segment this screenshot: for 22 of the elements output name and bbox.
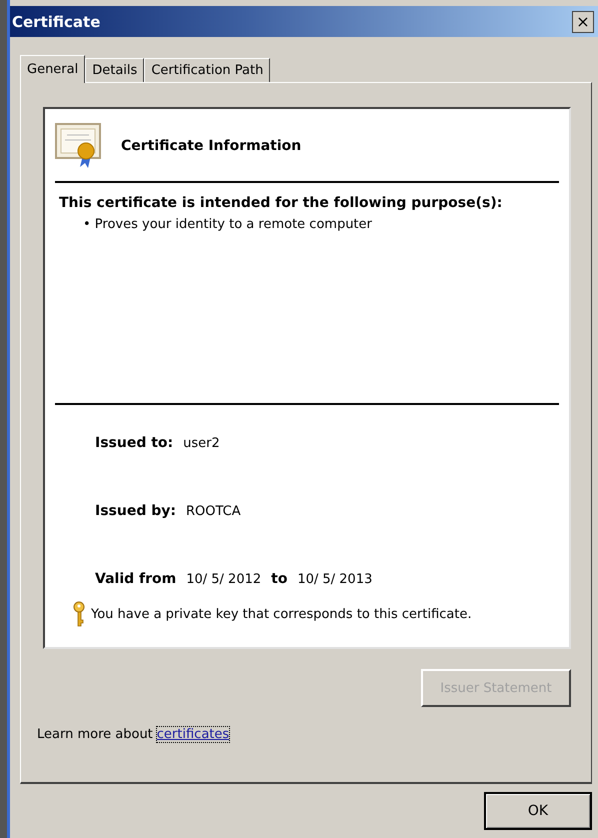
purpose-item: • Proves your identity to a remote computer [82, 216, 373, 232]
window-title: Certificate [12, 12, 100, 30]
field-value: 10/ 5/ 2013 [297, 572, 372, 587]
section-title: Certificate Information [121, 138, 302, 154]
ok-button[interactable]: OK [484, 792, 592, 830]
learn-more-text: Learn more about [37, 727, 153, 742]
tab[interactable]: Certification Path [144, 58, 270, 82]
field-value: user2 [183, 436, 220, 451]
close-button[interactable]: × [572, 10, 594, 32]
field-value: ROOTCA [186, 504, 241, 519]
field-label: Valid from [95, 571, 176, 587]
field-label: Issued by: [95, 503, 176, 519]
certificate-icon [55, 123, 103, 169]
tab[interactable]: General [20, 55, 86, 83]
field-label: to [271, 571, 288, 587]
key-note: You have a private key that corresponds to this certificate. [91, 606, 472, 622]
certificates-link[interactable]: certificates [156, 727, 230, 742]
tab[interactable]: Details [85, 58, 144, 82]
purpose-heading: This certificate is intended for the following purpose(s): [58, 194, 504, 213]
field-label: Issued to: [95, 435, 174, 451]
field-value: 10/ 5/ 2012 [186, 572, 262, 587]
key-icon [73, 601, 85, 627]
